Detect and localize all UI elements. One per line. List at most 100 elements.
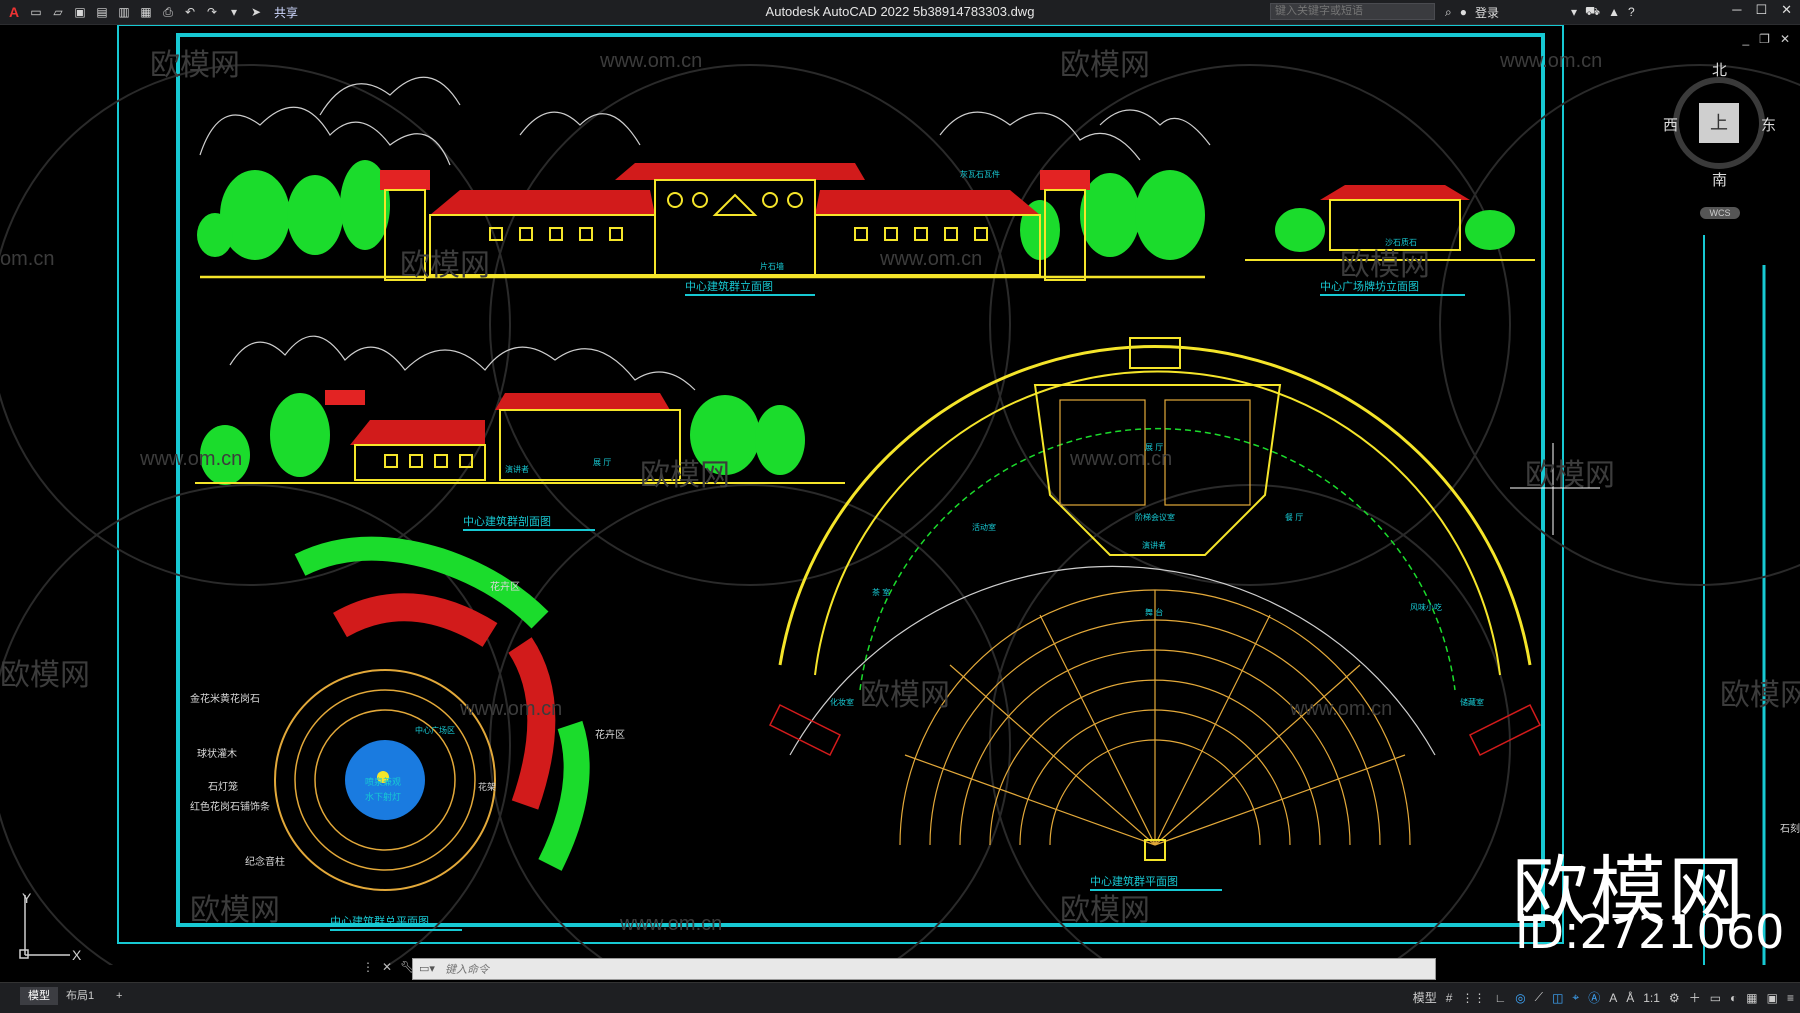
new-file-icon[interactable]: ▭ — [28, 4, 44, 20]
status-bar: 模型 布局1 + 模型 # ⋮⋮ ∟ ◎ ⟋ ◫ ⌖ Ⓐ A Å 1:1 ⚙ ＋… — [0, 982, 1800, 1013]
paifang-note: 沙石质石 — [1385, 237, 1417, 247]
ortho-icon[interactable]: ∟ — [1494, 991, 1506, 1005]
svg-text:www.om.cn: www.om.cn — [459, 698, 562, 720]
compass-south[interactable]: 南 — [1712, 169, 1727, 190]
svg-text:欧模网: 欧模网 — [0, 659, 90, 692]
polar-icon[interactable]: ◎ — [1515, 991, 1525, 1005]
save-as-icon[interactable]: ▤ — [94, 4, 110, 20]
share-label[interactable]: 共享 — [274, 4, 298, 21]
wcs-menu[interactable]: WCS — [1700, 207, 1740, 219]
customize-dropdown-icon[interactable]: ▾ — [226, 4, 242, 20]
compass-north[interactable]: 北 — [1712, 59, 1727, 80]
maximize-icon[interactable]: ☐ — [1755, 2, 1767, 18]
fountain-label: 喷泉兼观 — [365, 776, 401, 787]
grip-icon[interactable]: ⋮ — [362, 960, 374, 974]
web-save-icon[interactable]: ▦ — [138, 4, 154, 20]
login-link[interactable]: 登录 — [1475, 4, 1499, 21]
legend-shrub: 球状灌木 — [197, 747, 237, 760]
chevron-down-icon[interactable]: ▾ — [1571, 5, 1577, 19]
command-input[interactable] — [443, 961, 1427, 979]
tea-room: 茶 室 — [872, 587, 890, 597]
open-file-icon[interactable]: ▱ — [50, 4, 66, 20]
print-icon[interactable]: ⎙ — [160, 4, 176, 20]
tab-add[interactable]: + — [108, 987, 130, 1005]
speech-room: 演讲者 — [1142, 540, 1166, 550]
storage-room: 储藏室 — [1460, 697, 1484, 707]
snap-icon[interactable]: ⋮⋮ — [1461, 991, 1485, 1005]
svg-text:欧模网: 欧模网 — [150, 49, 240, 82]
command-close-icon[interactable]: ✕ — [382, 960, 392, 974]
otrack-icon[interactable]: ⌖ — [1572, 990, 1579, 1005]
command-line[interactable]: ▭▾ — [412, 958, 1436, 980]
menu-icon[interactable]: ≡ — [1787, 991, 1794, 1005]
svg-text:www.om.cn: www.om.cn — [619, 913, 722, 935]
search-input[interactable] — [1270, 3, 1435, 20]
share-icon[interactable]: ➤ — [248, 4, 264, 20]
ucs-x-label: X — [72, 947, 82, 963]
edge-note: 石刻 — [1780, 822, 1800, 835]
flower-area-2: 花卉区 — [595, 728, 625, 741]
search-icon[interactable]: ⌕ — [1445, 5, 1452, 20]
scale-label[interactable]: 1:1 — [1643, 991, 1660, 1005]
tab-layout1[interactable]: 布局1 — [58, 987, 102, 1005]
graphics-icon[interactable]: ▦ — [1746, 991, 1757, 1005]
autodesk-app-icon[interactable]: ▲ — [1608, 5, 1620, 19]
elevation-title: 中心建筑群立面图 — [685, 279, 773, 293]
annotation-scale-icon[interactable]: Å — [1626, 991, 1634, 1005]
legend-granite: 金花米黄花岗石 — [190, 692, 260, 705]
stage-label: 舞 台 — [1145, 607, 1163, 617]
command-prompt-icon[interactable]: ▭▾ — [419, 962, 435, 975]
snack-room: 风味小吃 — [1410, 602, 1442, 612]
clean-screen-icon[interactable]: ▣ — [1767, 991, 1778, 1005]
isolate-icon[interactable]: ◐ — [1730, 991, 1737, 1005]
svg-text:www.om.cn: www.om.cn — [1289, 698, 1392, 720]
viewcube-top-face[interactable]: 上 — [1699, 103, 1739, 143]
section-drawing — [195, 335, 845, 485]
annotation-visibility-icon[interactable]: Ⓐ — [1588, 989, 1600, 1006]
section-room2: 展 厅 — [593, 458, 611, 467]
osnap-icon[interactable]: ◫ — [1552, 991, 1563, 1005]
tab-model[interactable]: 模型 — [20, 987, 58, 1005]
units-icon[interactable]: ▭ — [1710, 991, 1721, 1005]
section-title: 中心建筑群剖面图 — [463, 514, 551, 528]
ucs-y-label: Y — [22, 890, 32, 906]
svg-text:欧模网: 欧模网 — [640, 459, 730, 492]
model-space-toggle[interactable]: 模型 — [1413, 989, 1437, 1006]
user-icon[interactable]: ● — [1460, 5, 1467, 19]
title-right-tools: ⌕ ● 登录 ▾ ⛟ ▲ ? — [1445, 3, 1635, 21]
viewcube[interactable]: 上 北 南 西 东 WCS — [1663, 62, 1776, 219]
svg-text:欧模网: 欧模网 — [1525, 459, 1615, 492]
minimize-icon[interactable]: ─ — [1732, 2, 1741, 18]
grid-icon[interactable]: # — [1446, 991, 1453, 1005]
window-controls: ─ ☐ ✕ — [1732, 2, 1792, 18]
svg-text:欧模网: 欧模网 — [190, 894, 280, 927]
save-icon[interactable]: ▣ — [72, 4, 88, 20]
water-light-label: 水下射灯 — [365, 791, 401, 802]
app-menu-icon[interactable]: A — [6, 4, 22, 20]
legend-red-granite: 红色花岗石铺饰条 — [190, 800, 270, 813]
svg-text:www.om.cn: www.om.cn — [599, 50, 702, 72]
command-line-icons: ⋮ ✕ 🔧︎ — [362, 960, 415, 974]
compass-east[interactable]: 东 — [1761, 114, 1776, 135]
redo-icon[interactable]: ↷ — [204, 4, 220, 20]
dressing-room: 化妆室 — [830, 697, 854, 707]
help-icon[interactable]: ? — [1628, 5, 1635, 19]
gear-icon[interactable]: ⚙ — [1669, 991, 1680, 1005]
gate-note: 片石墙 — [760, 261, 784, 271]
undo-icon[interactable]: ↶ — [182, 4, 198, 20]
drawing-canvas[interactable]: 片石墙 灰瓦石瓦件 中心建筑群立面图 沙石质石 中心广场牌坊立面图 演讲者 展 … — [0, 25, 1800, 965]
plus-icon[interactable]: ＋ — [1689, 989, 1701, 1006]
svg-text:欧模网: 欧模网 — [400, 249, 490, 282]
close-icon[interactable]: ✕ — [1781, 2, 1792, 18]
svg-text:欧模网: 欧模网 — [1720, 679, 1800, 712]
cart-icon[interactable]: ⛟ — [1585, 4, 1600, 20]
restaurant-room: 餐 厅 — [1285, 513, 1303, 522]
legend-lantern: 石灯笼 — [208, 780, 238, 793]
center-square-label: 中心广场区 — [415, 725, 455, 735]
svg-text:www.om.cn: www.om.cn — [139, 448, 242, 470]
isodraft-icon[interactable]: ⟋ — [1535, 990, 1543, 1005]
auto-scale-icon[interactable]: A — [1609, 991, 1617, 1005]
compass-west[interactable]: 西 — [1663, 114, 1678, 135]
floor-plan-drawing — [768, 337, 1542, 861]
web-open-icon[interactable]: ▥ — [116, 4, 132, 20]
